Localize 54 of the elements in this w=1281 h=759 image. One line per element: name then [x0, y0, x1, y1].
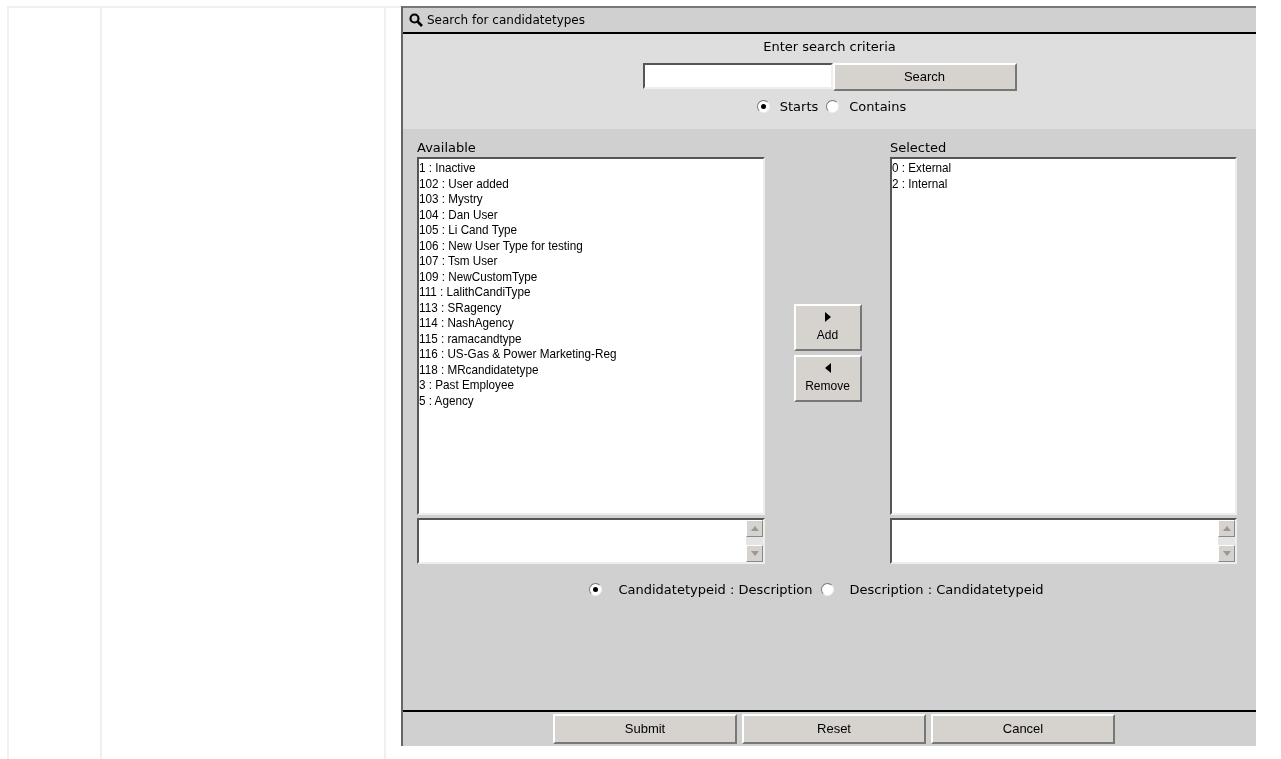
scrollbar[interactable] [746, 520, 763, 562]
text-area[interactable] [417, 518, 765, 564]
search-heading: Enter search criteria [763, 38, 896, 56]
list-item[interactable]: 103 : Mystry [419, 191, 729, 207]
list-item[interactable]: 115 : ramacandtype [419, 330, 729, 346]
radio-label: Contains [849, 98, 907, 116]
text-area[interactable] [890, 518, 1237, 564]
scroll-down-button[interactable] [746, 545, 763, 562]
list-item[interactable]: 114 : NashAgency [419, 315, 729, 331]
available-list[interactable] [417, 157, 765, 515]
left-triangle-icon [824, 362, 831, 373]
radio-button[interactable] [756, 100, 770, 114]
list-item[interactable]: 109 : NewCustomType [419, 268, 729, 284]
list-item[interactable]: 2 : Internal [892, 175, 1201, 191]
list-item[interactable]: 102 : User added [419, 175, 729, 191]
scroll-up-button[interactable] [1218, 520, 1235, 537]
add-button[interactable]: Add [793, 304, 862, 351]
list-item[interactable]: 104 : Dan User [419, 206, 729, 222]
list-item[interactable]: 107 : Tsm User [419, 253, 729, 269]
search-icon [409, 13, 423, 27]
list-item[interactable]: 116 : US-Gas & Power Marketing-Reg [419, 346, 729, 362]
list-item[interactable]: 1 : Inactive [419, 160, 729, 176]
list-item[interactable]: 113 : SRagency [419, 299, 729, 315]
list-item[interactable]: 106 : New User Type for testing [419, 237, 729, 253]
selected-list[interactable]: 0 : External 2 : Internal [890, 157, 1237, 515]
search-button[interactable]: Search [832, 63, 1017, 91]
down-arrow-icon [1222, 551, 1231, 556]
scrollbar[interactable] [1218, 520, 1235, 562]
scroll-down-button[interactable] [1218, 545, 1235, 562]
list-item[interactable]: 3 : Past Employee [419, 377, 729, 393]
footer-button[interactable]: Cancel [931, 714, 1115, 744]
footer-button[interactable]: Submit [553, 714, 737, 744]
radio-button[interactable] [826, 100, 840, 114]
panel-title: Search for candidatetypes [427, 12, 585, 29]
list-item[interactable]: 105 : Li Cand Type [419, 222, 729, 238]
radio-label: Starts [779, 98, 819, 116]
list-item[interactable]: 5 : Agency [419, 392, 729, 408]
up-arrow-icon [750, 526, 759, 531]
list-item[interactable]: 118 : MRcandidatetype [419, 361, 729, 377]
radio-button[interactable] [820, 583, 834, 597]
radio-label: Description : Candidatetypeid [849, 581, 1044, 599]
remove-button[interactable]: Remove [793, 355, 862, 402]
radio-label: Candidatetypeid : Description [618, 581, 813, 599]
up-arrow-icon [1222, 526, 1231, 531]
search-field[interactable] [642, 63, 833, 89]
right-triangle-icon [824, 311, 831, 322]
down-arrow-icon [750, 551, 759, 556]
list-item[interactable]: 0 : External [892, 160, 1201, 176]
radio-button[interactable] [589, 583, 603, 597]
list-label: Selected [890, 139, 948, 157]
scroll-up-button[interactable] [746, 520, 763, 537]
list-item[interactable]: 111 : LalithCandiType [419, 284, 729, 300]
list-label: Available [417, 139, 477, 157]
footer-button[interactable]: Reset [742, 714, 926, 744]
